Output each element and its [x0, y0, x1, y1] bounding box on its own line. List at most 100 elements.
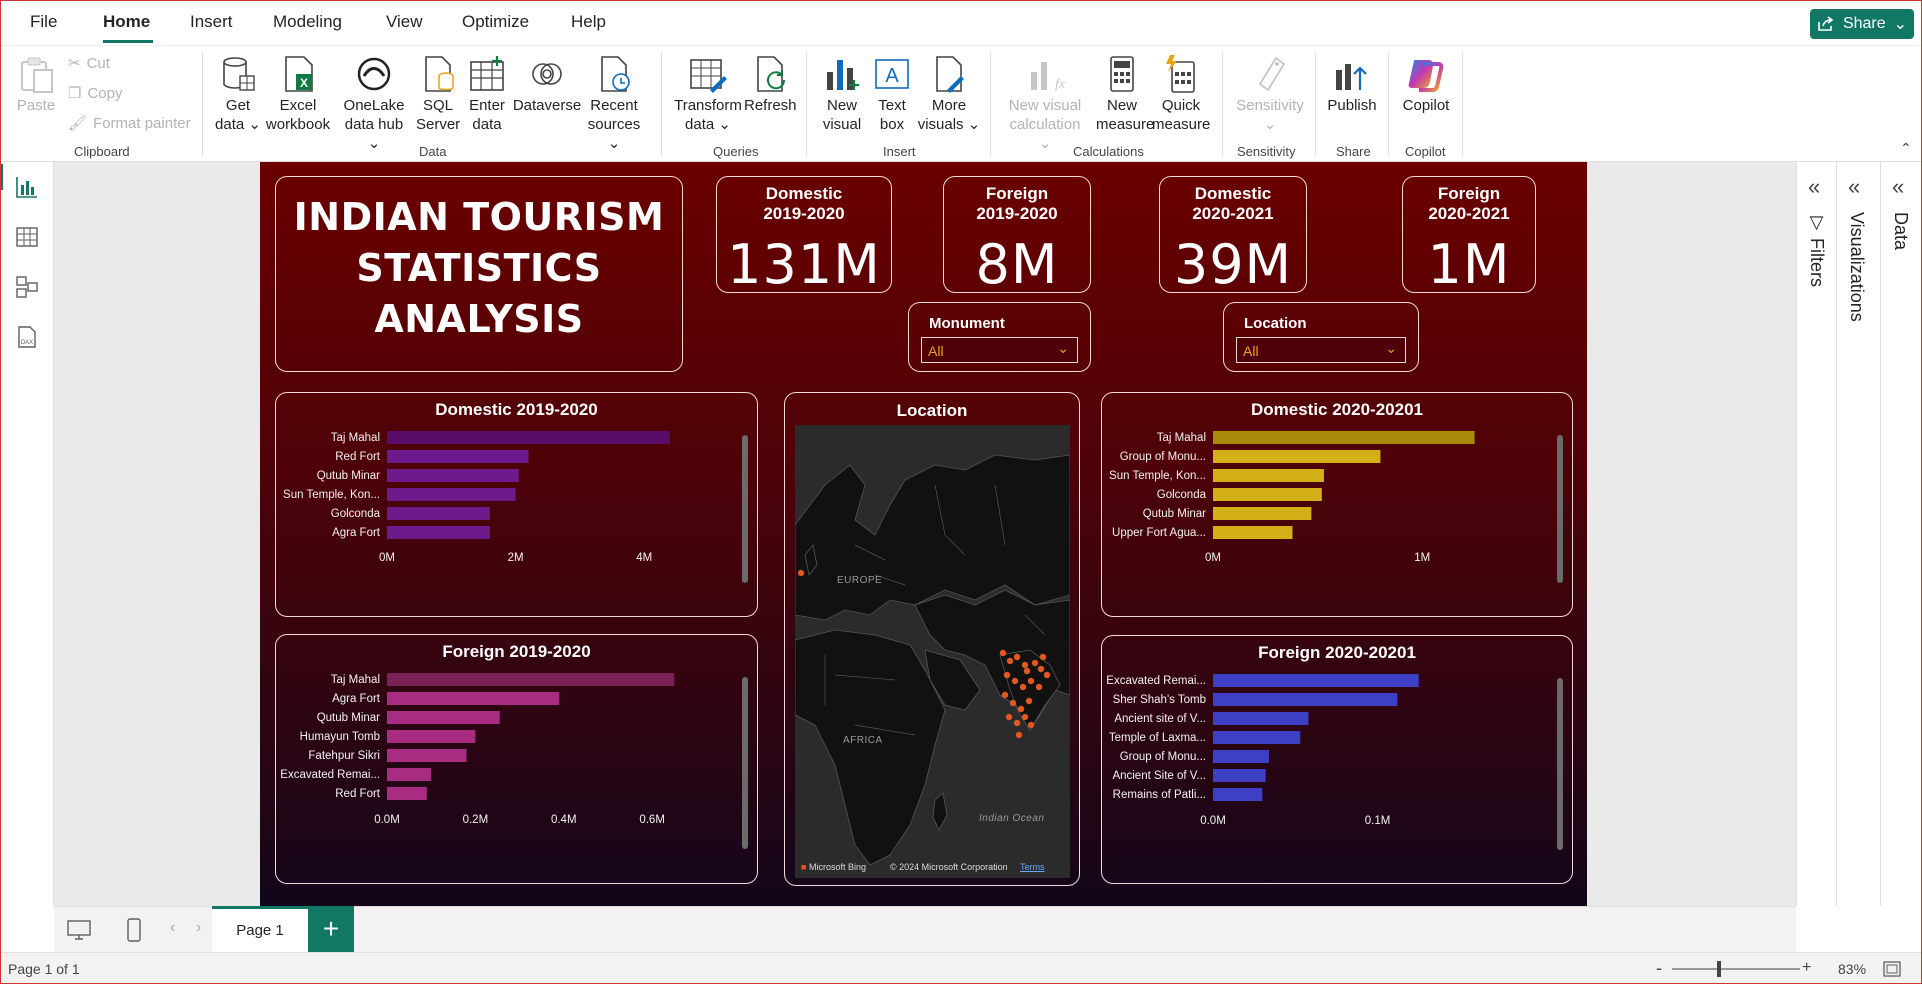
map-point[interactable]	[1027, 721, 1035, 729]
data-pane[interactable]: « Data	[1880, 162, 1922, 906]
monument-dropdown[interactable]: All ⌄	[921, 337, 1078, 363]
text-box-button[interactable]: A Text box	[872, 54, 912, 134]
bar[interactable]	[1213, 450, 1381, 463]
table-view-icon[interactable]	[14, 224, 40, 250]
bar[interactable]	[387, 787, 427, 800]
model-view-icon[interactable]	[14, 274, 40, 300]
chart-card-domestic-2020-2021[interactable]: Domestic 2020-20201 Taj Mahal Group of Mo…	[1101, 392, 1573, 617]
dataverse-button[interactable]: Dataverse	[512, 54, 582, 115]
new-visual-button[interactable]: New visual	[820, 54, 864, 134]
map-point[interactable]	[1031, 659, 1039, 667]
bar[interactable]	[387, 469, 519, 482]
bar[interactable]	[1213, 693, 1398, 706]
menu-optimize[interactable]: Optimize	[462, 12, 529, 32]
visualizations-pane[interactable]: « Visualizations	[1836, 162, 1874, 906]
zoom-in-icon[interactable]: +	[1802, 959, 1811, 977]
expand-visualizations-icon[interactable]: «	[1848, 174, 1860, 200]
desktop-layout-icon[interactable]	[66, 919, 92, 941]
map-point[interactable]	[1013, 719, 1021, 727]
bar[interactable]	[1213, 674, 1419, 687]
chart-card-foreign-2020-2021[interactable]: Foreign 2020-20201 Excavated Remai... She…	[1101, 635, 1573, 884]
bar[interactable]	[1213, 769, 1266, 782]
zoom-slider-track[interactable]	[1672, 968, 1800, 970]
bar[interactable]	[1213, 788, 1263, 801]
report-view-icon[interactable]	[14, 174, 40, 200]
map-card-location[interactable]: Location EUROPE AFRICA Indian Ocean ■ Mi…	[784, 392, 1080, 886]
menu-modeling[interactable]: Modeling	[273, 12, 342, 32]
new-visual-calculation-button[interactable]: fx New visual calculation ⌄	[1002, 54, 1088, 153]
map-terms-link[interactable]: Terms	[1020, 862, 1045, 872]
kpi-card-domestic-2019-2020[interactable]: Domestic 2019-2020 131M	[716, 176, 892, 296]
map-point[interactable]	[1021, 661, 1029, 669]
fit-to-page-icon[interactable]	[1882, 960, 1902, 978]
menu-view[interactable]: View	[386, 12, 423, 32]
location-dropdown[interactable]: All ⌄	[1236, 337, 1406, 363]
menu-insert[interactable]: Insert	[190, 12, 233, 32]
add-page-button[interactable]: +	[308, 906, 354, 952]
bar[interactable]	[387, 673, 675, 686]
map-point[interactable]	[797, 569, 805, 577]
map-point[interactable]	[1039, 653, 1047, 661]
map-point[interactable]	[1009, 699, 1017, 707]
expand-data-icon[interactable]: «	[1892, 174, 1904, 200]
map-point[interactable]	[1011, 677, 1019, 685]
sensitivity-button[interactable]: Sensitivity ⌄	[1230, 54, 1310, 134]
bar[interactable]	[1213, 469, 1324, 482]
map-point[interactable]	[1035, 683, 1043, 691]
chart-scrollbar[interactable]	[1557, 678, 1563, 850]
map-point[interactable]	[1025, 697, 1033, 705]
chart-scrollbar[interactable]	[1557, 435, 1563, 583]
copy-button[interactable]: ❐ Copy	[68, 84, 122, 103]
onelake-button[interactable]: OneLake data hub ⌄	[338, 54, 410, 153]
next-page-icon[interactable]: ›	[196, 919, 201, 937]
map-point[interactable]	[1006, 657, 1014, 665]
slicer-location[interactable]: Location All ⌄	[1223, 302, 1419, 372]
bar[interactable]	[1213, 712, 1309, 725]
chart-card-domestic-2019-2020[interactable]: Domestic 2019-2020 Taj Mahal Red Fort Qutu…	[275, 392, 758, 617]
chart-scrollbar[interactable]	[742, 677, 748, 849]
bar[interactable]	[387, 431, 670, 444]
recent-sources-button[interactable]: Recent sources ⌄	[582, 54, 646, 153]
page-tab-1[interactable]: Page 1	[212, 906, 308, 952]
bar[interactable]	[1213, 750, 1269, 763]
map-point[interactable]	[1019, 683, 1027, 691]
paste-button[interactable]: Paste	[16, 54, 56, 115]
map-point[interactable]	[1013, 653, 1021, 661]
chart-card-foreign-2019-2020[interactable]: Foreign 2019-2020 Taj Mahal Agra Fort Qutu…	[275, 634, 758, 884]
bar[interactable]	[1213, 431, 1475, 444]
menu-file[interactable]: File	[30, 12, 57, 32]
transform-data-button[interactable]: Transform data ⌄	[672, 54, 744, 134]
cut-button[interactable]: ✂ Cut	[68, 54, 110, 73]
bar[interactable]	[387, 450, 529, 463]
bar[interactable]	[1213, 731, 1301, 744]
chart-scrollbar[interactable]	[742, 435, 748, 583]
bar[interactable]	[387, 730, 476, 743]
share-button[interactable]: Share ⌄	[1810, 9, 1914, 39]
kpi-card-foreign-2020-2021[interactable]: Foreign 2020-2021 1M	[1402, 176, 1536, 296]
excel-workbook-button[interactable]: X Excel workbook	[263, 54, 333, 134]
map-point[interactable]	[1037, 665, 1045, 673]
publish-button[interactable]: Publish	[1324, 54, 1380, 115]
bar[interactable]	[387, 692, 560, 705]
bar[interactable]	[387, 768, 432, 781]
menu-home[interactable]: Home	[103, 12, 150, 32]
bar[interactable]	[387, 507, 490, 520]
map-point[interactable]	[1023, 667, 1031, 675]
more-visuals-button[interactable]: More visuals ⌄	[916, 54, 982, 134]
format-painter-button[interactable]: 🖌 Format painter	[68, 114, 191, 133]
zoom-out-icon[interactable]: -	[1656, 958, 1662, 979]
zoom-slider-thumb[interactable]	[1717, 961, 1721, 977]
kpi-card-domestic-2020-2021[interactable]: Domestic 2020-2021 39M	[1159, 176, 1307, 296]
bar[interactable]	[387, 526, 490, 539]
kpi-card-foreign-2019-2020[interactable]: Foreign 2019-2020 8M	[943, 176, 1091, 296]
map-point[interactable]	[1005, 713, 1013, 721]
quick-measure-button[interactable]: Quick measure	[1152, 54, 1210, 134]
map-point[interactable]	[1015, 731, 1023, 739]
mobile-layout-icon[interactable]	[126, 917, 142, 943]
bar[interactable]	[387, 711, 500, 724]
map-point[interactable]	[1021, 713, 1029, 721]
map-point[interactable]	[1027, 677, 1035, 685]
bar[interactable]	[387, 749, 467, 762]
bar[interactable]	[387, 488, 516, 501]
bar[interactable]	[1213, 526, 1293, 539]
